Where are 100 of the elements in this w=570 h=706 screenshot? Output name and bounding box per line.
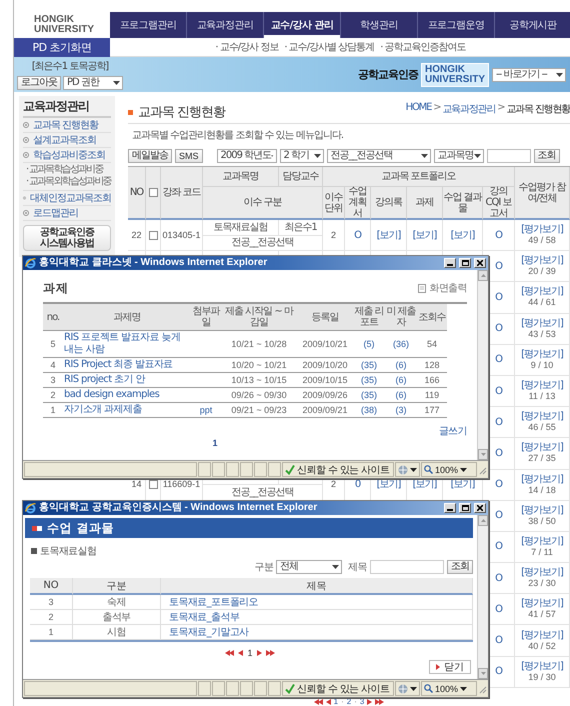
role-select[interactable]: PD 권한 (63, 76, 123, 90)
evaluation-link[interactable]: [평가보기] (521, 348, 563, 360)
report-link[interactable]: O (495, 666, 502, 678)
nav-tab[interactable]: 프로그램운영 (417, 12, 494, 38)
page-link[interactable]: 1 (247, 648, 252, 658)
checkbox[interactable] (148, 480, 158, 490)
report-link[interactable]: O (495, 635, 502, 646)
evaluation-link[interactable]: [평가보기] (521, 411, 563, 422)
nav-tab[interactable]: 프로그램관리 (110, 12, 186, 38)
evaluation-link[interactable]: [평가보기] (521, 224, 563, 236)
assignment-link[interactable]: bad design examples (64, 389, 160, 401)
previous-page-icon[interactable] (326, 699, 331, 706)
quick-select[interactable]: -- 바로가기 -- (492, 68, 566, 82)
security-button[interactable] (395, 681, 420, 696)
nav-tab[interactable]: 공학게시판 (494, 12, 570, 38)
first-page-icon[interactable] (225, 650, 234, 656)
report-link[interactable]: O (495, 260, 502, 272)
evaluation-link[interactable]: [평가보기] (521, 630, 563, 641)
report-count-link[interactable]: (38) (360, 404, 377, 416)
search-button[interactable]: 조회 (534, 149, 560, 163)
print-link[interactable]: 화면출력 (418, 281, 467, 295)
report-link[interactable]: O (495, 230, 502, 241)
result-link[interactable]: 토목재료_포트폴리오 (169, 595, 258, 609)
menu-link[interactable]: 학습성과비중조회 (33, 148, 105, 162)
report-link[interactable]: O (495, 541, 502, 552)
category-select[interactable]: 전체 (276, 560, 342, 574)
report-link[interactable]: O (495, 292, 502, 303)
evaluation-link[interactable]: [평가보기] (521, 286, 563, 298)
previous-page-icon[interactable] (238, 650, 244, 656)
menu-link[interactable]: 설계교과목조회 (33, 133, 96, 147)
report-count-link[interactable]: (35) (360, 374, 377, 386)
missing-count-link[interactable]: (6) (396, 389, 406, 401)
nav-tab[interactable]: 교육과정관리 (186, 12, 263, 38)
type-select[interactable]: 전공__전공선택 (326, 149, 431, 163)
field-select[interactable]: 교과목명 (434, 149, 484, 163)
result-link[interactable]: 토목재료_기말고사 (169, 625, 249, 639)
term-select[interactable]: 2 학기 (280, 149, 324, 163)
evaluation-link[interactable]: [평가보기] (521, 567, 563, 578)
nav-tab[interactable]: 교수/강사 관리 (263, 12, 340, 38)
last-page-icon[interactable] (266, 650, 274, 656)
sms-button[interactable]: SMS (175, 149, 203, 163)
missing-count-link[interactable]: (6) (396, 359, 406, 371)
minimize-button[interactable] (444, 258, 456, 268)
submenu-link[interactable]: · 공학교육인증참여도 (380, 40, 466, 54)
menu-link[interactable]: 로드맵관리 (33, 206, 78, 220)
view-link[interactable]: [보기] (450, 230, 474, 241)
submenu-link[interactable]: · 교과목학습성과비중 (26, 164, 103, 176)
breadcrumb-link[interactable]: 교육과정관리 (442, 102, 496, 123)
maximize-button[interactable] (459, 258, 471, 268)
report-link[interactable]: O (495, 479, 502, 490)
search-button[interactable]: 조회 (447, 560, 473, 574)
report-link[interactable]: O (495, 572, 502, 584)
search-field[interactable] (486, 149, 531, 163)
report-count-link[interactable]: (5) (364, 338, 374, 350)
close-button[interactable]: 닫기 (429, 660, 471, 674)
evaluation-link[interactable]: [평가보기] (521, 442, 563, 454)
security-button[interactable] (395, 462, 420, 477)
evaluation-link[interactable]: [평가보기] (521, 380, 563, 392)
plan-link[interactable]: 0 (354, 479, 360, 490)
missing-count-link[interactable]: (36) (392, 338, 409, 350)
report-count-link[interactable]: (35) (360, 389, 377, 401)
logout-button[interactable]: 로그아웃 (17, 76, 61, 90)
year-select[interactable]: 2009 학년도 (216, 149, 277, 163)
view-link[interactable]: [보기] (412, 230, 436, 241)
view-link[interactable]: [보기] (376, 479, 400, 490)
report-link[interactable]: O (495, 323, 502, 334)
report-link[interactable]: O (495, 604, 502, 615)
breadcrumb-link[interactable]: 교과목 진행현황 (506, 102, 570, 123)
next-page-icon[interactable] (256, 650, 262, 656)
evaluation-link[interactable]: [평가보기] (521, 474, 563, 485)
missing-count-link[interactable]: (6) (396, 374, 406, 386)
home-button[interactable]: PD 초기화면 (14, 38, 110, 57)
assignment-link[interactable]: RIS project 초기 안 (64, 374, 145, 386)
attachment-link[interactable]: ppt (200, 404, 212, 416)
assignment-link[interactable]: RIS Project 최종 발표자료 (64, 359, 173, 371)
evaluation-link[interactable]: [평가보기] (521, 255, 563, 266)
submenu-link[interactable]: · 교수/강사 정보 (215, 40, 278, 54)
assignment-link[interactable]: RIS 프로젝트 발표자료 늦게 내는 사람 (64, 332, 190, 356)
mail-button[interactable]: 메일발송 (128, 149, 172, 163)
evaluation-link[interactable]: [평가보기] (521, 318, 563, 329)
evaluation-link[interactable]: [평가보기] (521, 536, 563, 547)
title-field[interactable] (370, 560, 444, 574)
report-link[interactable]: O (495, 510, 502, 522)
submenu-link[interactable]: · 교과목외학습성과비중 (26, 176, 111, 188)
menu-link[interactable]: 교과목 진행현황 (33, 118, 98, 132)
checkbox[interactable] (148, 230, 158, 240)
submenu-link[interactable]: · 교수/강사별 상담통계 (284, 40, 374, 54)
write-link[interactable]: 글쓰기 (438, 424, 467, 437)
view-link[interactable]: [보기] (412, 479, 436, 490)
maximize-button[interactable] (459, 503, 471, 513)
report-link[interactable]: O (495, 354, 502, 366)
next-page-icon[interactable] (367, 699, 372, 706)
report-count-link[interactable]: (35) (360, 359, 377, 371)
assignment-link[interactable]: 자기소개 과제제출 (64, 404, 142, 416)
checkbox[interactable] (148, 188, 158, 197)
evaluation-link[interactable]: [평가보기] (521, 660, 563, 672)
nav-tab[interactable]: 학생관리 (340, 12, 417, 38)
zoom-button[interactable]: 100% (421, 681, 477, 696)
evaluation-link[interactable]: [평가보기] (521, 504, 563, 516)
report-link[interactable]: O (495, 416, 502, 428)
